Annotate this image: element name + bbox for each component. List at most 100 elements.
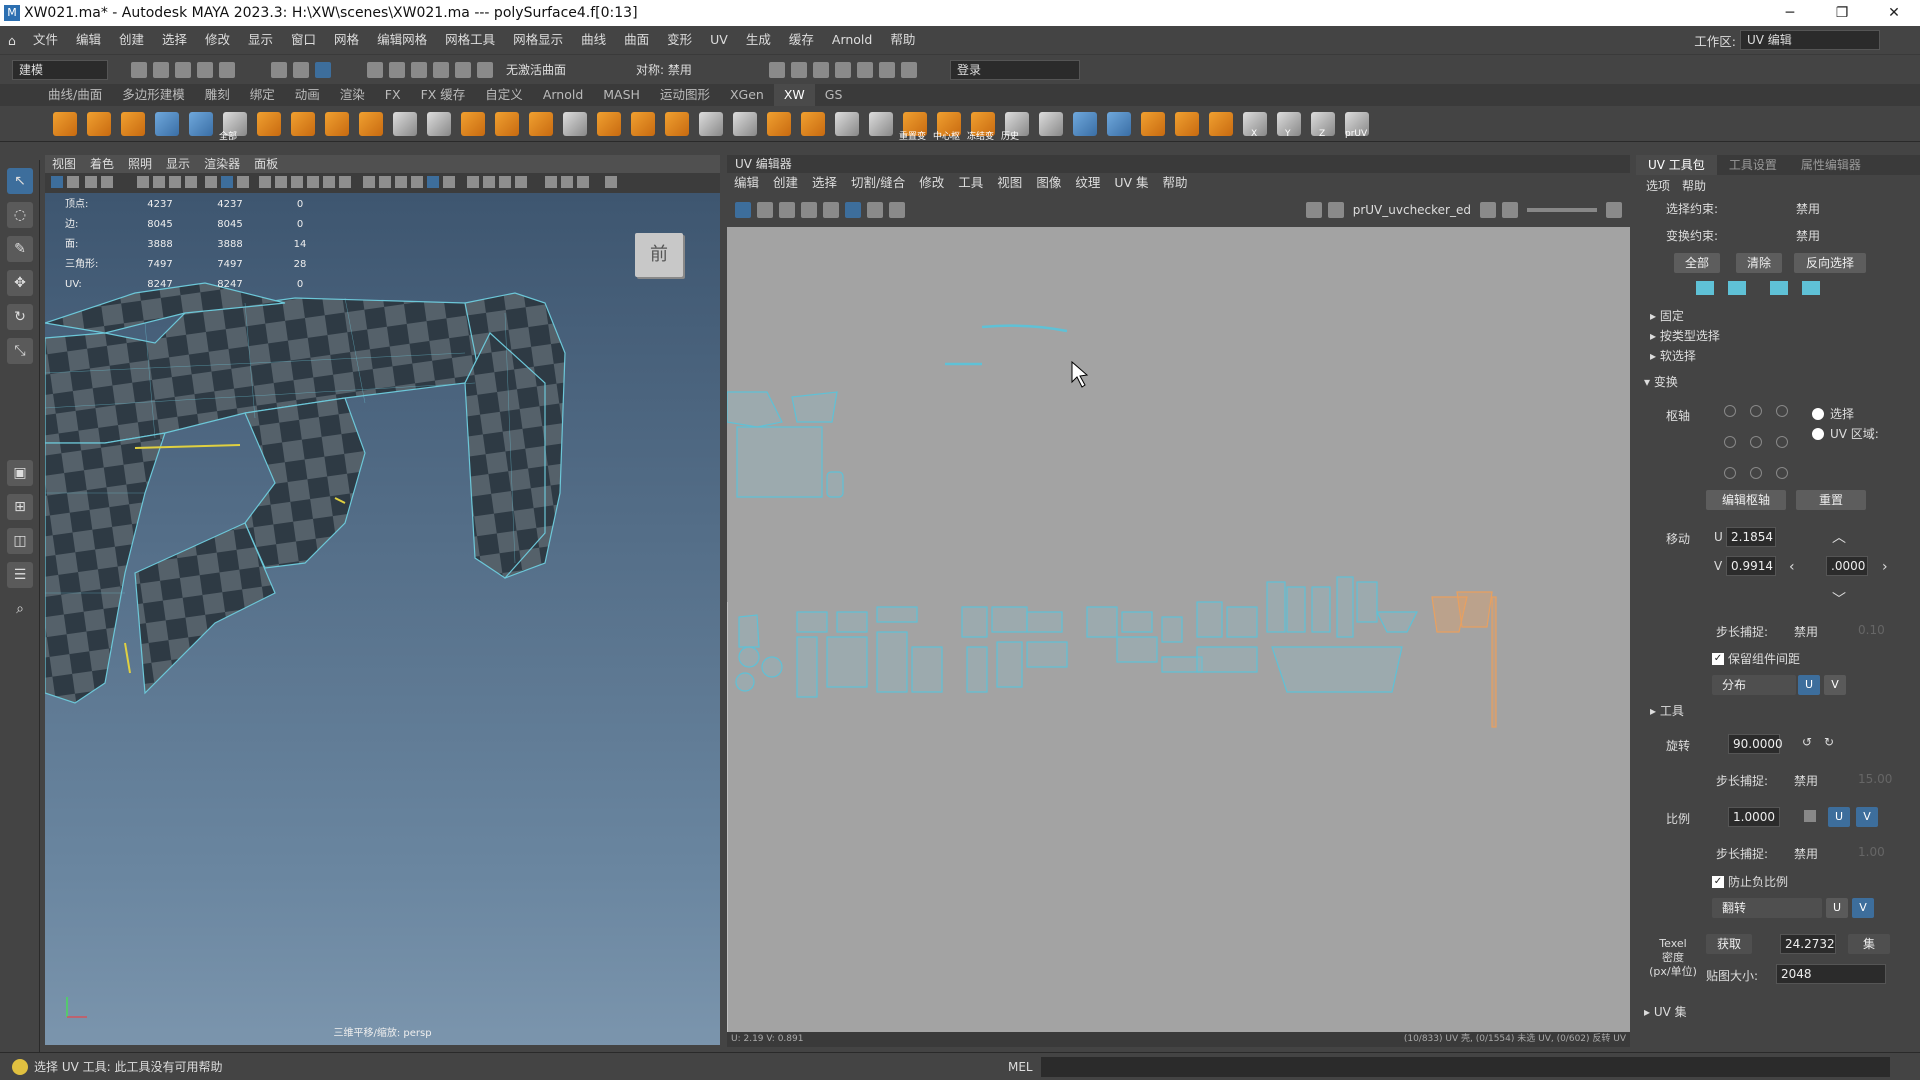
tab-tool-settings[interactable]: 工具设置: [1717, 155, 1789, 175]
uv-menu-tools[interactable]: 工具: [951, 173, 990, 193]
menu-edit[interactable]: 编辑: [67, 26, 110, 54]
rp-menu-help[interactable]: 帮助: [1682, 177, 1706, 194]
lasso-tool-icon[interactable]: ◌: [7, 202, 33, 228]
flip-button[interactable]: 翻转: [1712, 898, 1822, 918]
zoom-icon[interactable]: ⌕: [7, 596, 33, 622]
menu-cache[interactable]: 缓存: [780, 26, 823, 54]
rotate-tool-icon[interactable]: ↻: [7, 304, 33, 330]
shelf-flip-x-icon[interactable]: X: [1243, 111, 1267, 139]
section-select-by-type[interactable]: ▸ 按类型选择: [1650, 327, 1720, 344]
vp-menu-show[interactable]: 显示: [159, 155, 197, 173]
shelf-combine-icon[interactable]: [257, 111, 281, 136]
scale-lock-icon[interactable]: [1804, 810, 1816, 822]
workspace-dropdown[interactable]: UV 编辑: [1740, 30, 1880, 50]
distribute-v-button[interactable]: V: [1824, 675, 1846, 695]
shelf-tab-gs[interactable]: GS: [815, 84, 853, 106]
uv-image-icon[interactable]: [1502, 202, 1518, 218]
uv-shells[interactable]: [727, 227, 1630, 1032]
shelf-freeze-transform-icon[interactable]: 冻结变: [967, 111, 995, 142]
vp-menu-panels[interactable]: 面板: [247, 155, 285, 173]
menu-mesh[interactable]: 网格: [325, 26, 368, 54]
render-settings-icon[interactable]: [813, 61, 829, 78]
section-soft-select[interactable]: ▸ 软选择: [1650, 347, 1696, 364]
scale-v-button[interactable]: V: [1856, 807, 1878, 827]
shelf-tab-rig[interactable]: 绑定: [240, 84, 285, 106]
viewport-canvas[interactable]: 顶点: 4237 4237 0 边: 8045 8045 0 面: 3888 3888 14 三角…: [45, 193, 720, 1045]
minimize-button[interactable]: ─: [1764, 0, 1816, 26]
uv-distortion-icon[interactable]: [757, 202, 773, 218]
view-cube[interactable]: 前: [635, 233, 683, 277]
select-shell-icon[interactable]: [1696, 281, 1714, 295]
ipr-render-icon[interactable]: [791, 61, 807, 78]
menu-surfaces[interactable]: 曲面: [615, 26, 658, 54]
shelf-bevel-icon[interactable]: [359, 111, 383, 136]
shelf-sphere-icon[interactable]: [53, 111, 77, 136]
menu-mesh-display[interactable]: 网格显示: [504, 26, 572, 54]
section-transform[interactable]: ▾ 变换: [1644, 373, 1678, 390]
select-component-icon[interactable]: [315, 61, 331, 78]
login-dropdown[interactable]: 登录: [950, 59, 1080, 80]
shelf-target-weld-icon[interactable]: [801, 111, 825, 136]
layout-four-icon[interactable]: ⊞: [7, 494, 33, 520]
shelf-tab-fx-cache[interactable]: FX 缓存: [411, 84, 476, 106]
select-overlap-icon[interactable]: [1770, 281, 1788, 295]
flip-v-button[interactable]: V: [1852, 898, 1874, 918]
symmetry-label[interactable]: 对称: 禁用: [636, 61, 736, 78]
uv-menu-select[interactable]: 选择: [805, 173, 844, 193]
shelf-flip-z-icon[interactable]: Z: [1311, 111, 1335, 139]
shelf-tab-poly[interactable]: 多边形建模: [112, 84, 195, 106]
layout-two-icon[interactable]: ◫: [7, 528, 33, 554]
tab-attribute-editor[interactable]: 属性编辑器: [1789, 155, 1873, 175]
hypershade-icon[interactable]: [835, 61, 851, 78]
shelf-tab-render[interactable]: 渲染: [330, 84, 375, 106]
move-left-icon[interactable]: ‹: [1789, 559, 1795, 575]
shelf-separate-icon[interactable]: [291, 111, 315, 136]
live-surface-label[interactable]: 无激活曲面: [506, 61, 606, 78]
shelf-cylinder-icon[interactable]: [121, 111, 145, 136]
uv-menu-view[interactable]: 视图: [990, 173, 1029, 193]
vp-menu-shading[interactable]: 着色: [83, 155, 121, 173]
move-u-field[interactable]: 2.1854: [1726, 527, 1776, 547]
shelf-pruv-icon[interactable]: prUV: [1345, 111, 1369, 139]
move-down-icon[interactable]: ﹀: [1832, 589, 1846, 609]
render-icon[interactable]: [769, 61, 785, 78]
transform-constraint-dropdown[interactable]: 禁用: [1796, 227, 1906, 244]
shelf-reduce-icon[interactable]: [597, 111, 621, 136]
scale-step-snap-dropdown[interactable]: 禁用: [1794, 845, 1818, 862]
uv-menu-textures[interactable]: 纹理: [1068, 173, 1107, 193]
shelf-uv-icon[interactable]: [189, 111, 213, 136]
shelf-tab-arnold[interactable]: Arnold: [533, 84, 593, 106]
rotate-field[interactable]: 90.0000: [1728, 734, 1783, 754]
uv-image-display-icon[interactable]: [1305, 202, 1322, 218]
shelf-all-icon[interactable]: 全部: [219, 111, 247, 142]
mel-command-input[interactable]: [1040, 1056, 1890, 1077]
snap-surface-icon[interactable]: [455, 61, 471, 78]
uv-pixel-snap-icon[interactable]: [867, 202, 883, 218]
clear-selection-button[interactable]: 清除: [1736, 253, 1782, 273]
shelf-tab-anim[interactable]: 动画: [285, 84, 330, 106]
select-border-icon[interactable]: [1728, 281, 1746, 295]
rp-menu-options[interactable]: 选项: [1646, 177, 1670, 194]
texel-get-button[interactable]: 获取: [1706, 934, 1752, 954]
move-up-icon[interactable]: ︿: [1832, 527, 1846, 547]
shelf-deform-icon[interactable]: [665, 111, 689, 136]
menu-display[interactable]: 显示: [239, 26, 282, 54]
move-step-amount[interactable]: 0.10: [1858, 623, 1885, 637]
uv-menu-cut-sew[interactable]: 切割/缝合: [844, 173, 912, 193]
arnold-ipr-icon[interactable]: [879, 61, 895, 78]
shelf-plane-icon[interactable]: [155, 111, 179, 136]
shelf-tab-mash[interactable]: MASH: [593, 84, 650, 106]
uv-menu-help[interactable]: 帮助: [1156, 173, 1195, 193]
open-scene-icon[interactable]: [153, 61, 169, 78]
perspective-viewport[interactable]: 视图 着色 照明 显示 渲染器 面板 顶点: 4237 4237 0 边: 80…: [45, 155, 720, 1045]
rotate-ccw-icon[interactable]: ↺: [1802, 735, 1812, 749]
section-uv-sets[interactable]: ▸ UV 集: [1644, 1003, 1687, 1020]
shelf-tab-curves[interactable]: 曲线/曲面: [38, 84, 112, 106]
scale-tool-icon[interactable]: ⤡: [7, 338, 33, 364]
move-v-field[interactable]: 0.9914: [1726, 556, 1776, 576]
selection-constraint-dropdown[interactable]: 禁用: [1796, 200, 1906, 217]
uv-menu-edit[interactable]: 编辑: [727, 173, 766, 193]
shelf-boolean-icon[interactable]: [529, 111, 553, 136]
move-tool-icon[interactable]: ✥: [7, 270, 33, 296]
scale-step-amount[interactable]: 1.00: [1858, 845, 1885, 859]
